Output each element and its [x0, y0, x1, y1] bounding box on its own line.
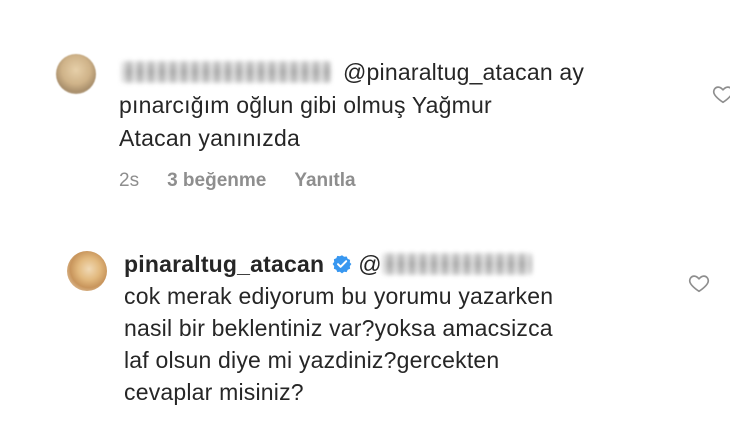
reply-button[interactable]: Yanıtla [294, 170, 355, 191]
comment-body: pinaraltug_atacan @ cok merak ediyorum b… [124, 248, 553, 408]
comment-text-line: ay [559, 59, 585, 85]
avatar[interactable] [67, 251, 107, 291]
mention-prefix[interactable]: @ [358, 251, 382, 277]
redacted-username [121, 60, 331, 83]
comment-time[interactable]: 2s [119, 170, 139, 191]
heart-outline-icon[interactable] [712, 83, 730, 105]
comment-text-line: Atacan yanınızda [119, 125, 300, 151]
comment-text-line: cok merak ediyorum bu yorumu yazarken [124, 283, 554, 309]
comment-text-line: pınarcığım oğlun gibi olmuş Yağmur [119, 92, 492, 118]
heart-outline-icon[interactable] [688, 272, 710, 294]
verified-badge-icon [332, 255, 352, 274]
avatar[interactable] [56, 54, 96, 94]
redacted-mention [381, 252, 532, 275]
comment-meta: 2s 3 beğenme Yanıtla [119, 170, 384, 192]
comment-text-line: cevaplar misiniz? [124, 379, 304, 405]
comment-body: @pinaraltug_atacan ay pınarcığım oğlun g… [119, 56, 584, 155]
comment-text-line: laf olsun diye mi yazdiniz?gercekten [124, 347, 500, 373]
likes-count[interactable]: 3 beğenme [167, 170, 266, 191]
comment-text-line: nasil bir beklentiniz var?yoksa amacsizc… [124, 315, 553, 341]
mention-link[interactable]: @pinaraltug_atacan [343, 59, 553, 85]
comment-username[interactable]: pinaraltug_atacan [124, 251, 324, 277]
